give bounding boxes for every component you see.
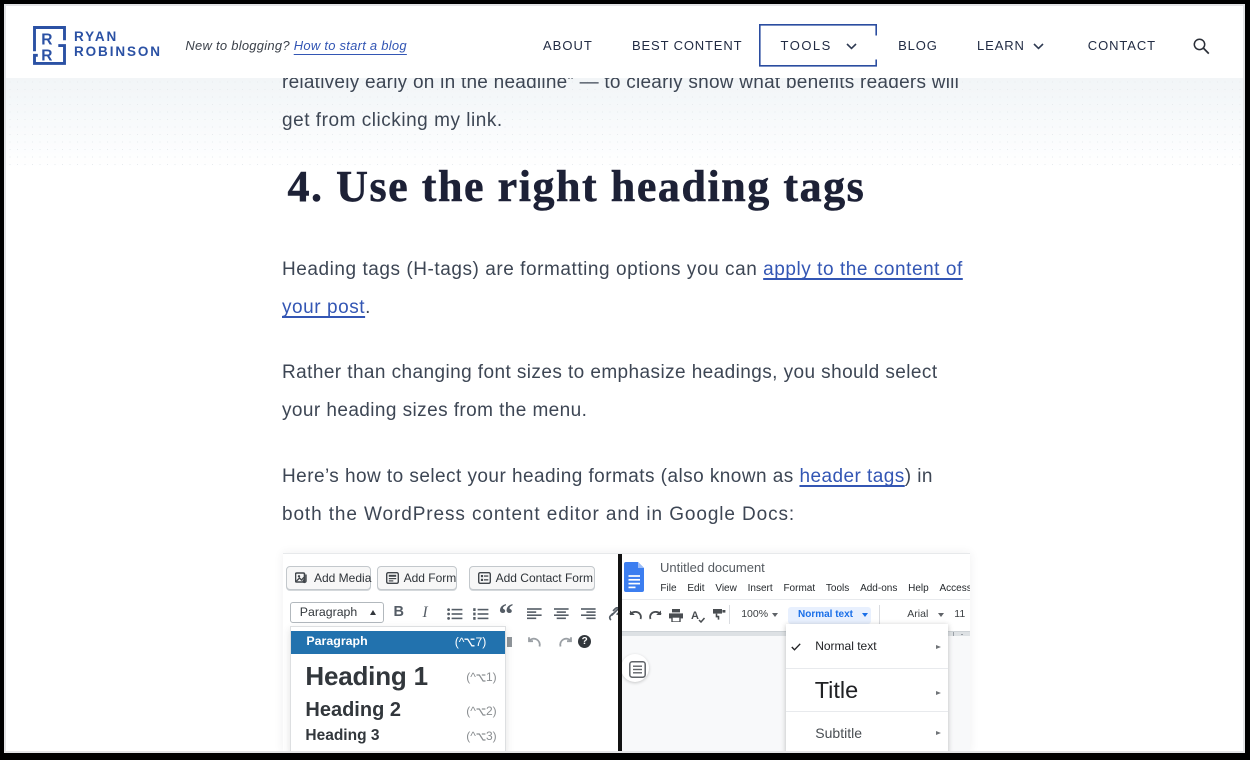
svg-text:R: R — [41, 32, 52, 49]
svg-text:A: A — [691, 610, 699, 622]
svg-text:R: R — [41, 48, 52, 65]
